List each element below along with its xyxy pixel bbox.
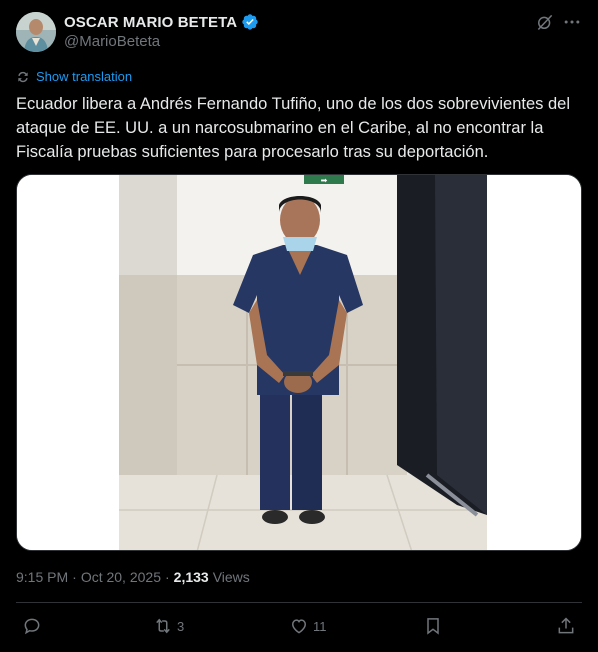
heart-icon bbox=[291, 619, 307, 634]
post-text: Ecuador libera a Andrés Fernando Tufiño,… bbox=[16, 95, 571, 161]
reply-button[interactable] bbox=[22, 616, 46, 636]
post-media-photo[interactable]: ➡ bbox=[16, 174, 582, 551]
share-button[interactable] bbox=[556, 616, 576, 636]
bookmark-icon bbox=[427, 618, 439, 635]
views-label: Views bbox=[212, 569, 250, 585]
post-actions: 3 11 bbox=[0, 612, 598, 644]
post-date[interactable]: Oct 20, 2025 bbox=[81, 569, 161, 585]
author-handle[interactable]: @MarioBeteta bbox=[64, 33, 160, 50]
divider bbox=[16, 602, 582, 603]
reply-icon bbox=[24, 618, 40, 635]
author-display-name[interactable]: OSCAR MARIO BETETA bbox=[64, 14, 237, 31]
post-meta: 9:15 PM · Oct 20, 2025 · 2,133 Views bbox=[16, 569, 250, 585]
repost-icon bbox=[156, 618, 170, 634]
grok-icon[interactable] bbox=[535, 12, 555, 32]
meta-separator: · bbox=[164, 569, 170, 585]
views-count: 2,133 bbox=[173, 569, 209, 585]
repost-count: 3 bbox=[177, 618, 185, 634]
repost-button[interactable]: 3 bbox=[153, 616, 184, 636]
exit-sign-arrow: ➡ bbox=[321, 176, 328, 185]
more-options-icon[interactable] bbox=[562, 12, 582, 32]
show-translation-link[interactable]: Show translation bbox=[16, 69, 132, 84]
translate-icon bbox=[18, 71, 28, 82]
author-name-row: OSCAR MARIO BETETA bbox=[64, 12, 259, 32]
show-translation-label: Show translation bbox=[36, 69, 133, 84]
post-container: OSCAR MARIO BETETA @MarioBeteta Show tra… bbox=[0, 0, 598, 652]
verified-badge-icon bbox=[242, 14, 258, 30]
like-count: 11 bbox=[313, 618, 327, 634]
meta-separator: · bbox=[72, 569, 77, 585]
bookmark-button[interactable] bbox=[423, 616, 443, 636]
profile-photo-icon bbox=[16, 12, 56, 52]
post-time[interactable]: 9:15 PM bbox=[16, 569, 68, 585]
share-icon bbox=[558, 617, 574, 634]
like-button[interactable]: 11 bbox=[289, 616, 327, 636]
avatar[interactable] bbox=[16, 12, 56, 52]
photo-man-in-blue-uniform-handcuffed-icon: ➡ bbox=[17, 175, 581, 550]
